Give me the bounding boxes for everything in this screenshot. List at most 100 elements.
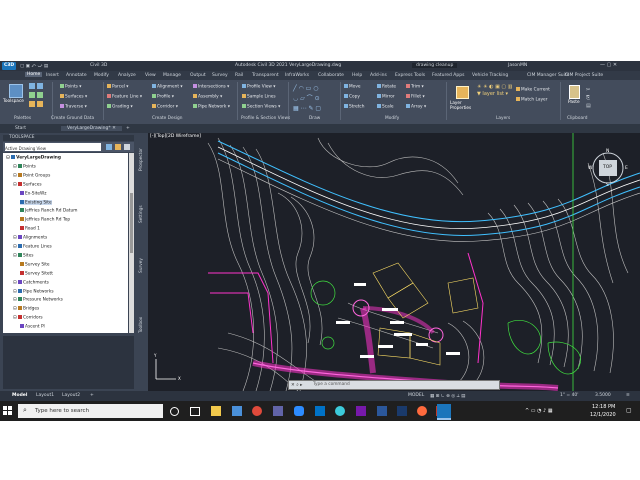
tab-home[interactable]: Home: [25, 72, 43, 77]
grading-button[interactable]: Grading ▾: [107, 104, 133, 110]
tree-item[interactable]: ⊟ Alignments: [13, 235, 47, 241]
paste-button[interactable]: Paste: [566, 84, 582, 112]
corridor-button[interactable]: Corridor ▾: [152, 104, 178, 110]
trim-button[interactable]: Trim ▾: [406, 84, 424, 90]
make-current-button[interactable]: Make Current: [516, 87, 550, 93]
clock-date[interactable]: 12/1/2020: [590, 412, 616, 418]
layout-tab-1[interactable]: Layout1: [36, 393, 54, 398]
layout-tab-model[interactable]: Model: [12, 393, 27, 398]
tree-item[interactable]: ⊟ Points: [13, 163, 36, 169]
status-tool-icons[interactable]: ▦ ⊞ ∟ ⊕ ◎ ⟂ ▤: [430, 393, 465, 399]
tree-item[interactable]: Road 1: [20, 226, 40, 232]
tab-modify[interactable]: Modify: [94, 73, 109, 78]
help-icon[interactable]: [124, 144, 130, 150]
tree-item[interactable]: Jeffries Ranch Rd Top: [20, 217, 70, 223]
surfaces-button[interactable]: Surfaces ▾: [60, 94, 87, 100]
file-tab-start[interactable]: Start: [15, 126, 26, 131]
side-tab-settings[interactable]: Settings: [139, 205, 144, 223]
annotation-scale[interactable]: 1" = 40': [560, 393, 579, 398]
word-icon[interactable]: [377, 406, 387, 416]
alignment-button[interactable]: Alignment ▾: [152, 84, 183, 90]
side-tab-survey[interactable]: Survey: [139, 258, 144, 273]
tab-express-tools[interactable]: Express Tools: [395, 73, 425, 78]
tree-item[interactable]: ⊟ Sites: [13, 252, 33, 258]
app-menu-button[interactable]: C3D: [2, 62, 16, 70]
workspace-selector[interactable]: Civil 3D: [90, 63, 107, 68]
window-controls[interactable]: — ▢ ✕: [600, 62, 617, 68]
task-view-icon[interactable]: [190, 407, 200, 416]
tab-manage[interactable]: Manage: [163, 73, 181, 78]
tree-item[interactable]: ⊟ Corridors: [13, 315, 43, 321]
add-layout-button[interactable]: +: [90, 393, 94, 398]
assembly-button[interactable]: Assembly ▾: [193, 94, 222, 100]
rotate-button[interactable]: Rotate: [377, 84, 396, 90]
layer-properties-button[interactable]: Layer Properties: [450, 84, 474, 114]
app-icon-2[interactable]: [417, 406, 427, 416]
tree-item[interactable]: ⊟ Feature Lines: [13, 244, 52, 250]
tree-scrollbar[interactable]: [129, 153, 134, 333]
sample-lines-button[interactable]: Sample Lines: [242, 94, 276, 100]
parcel-button[interactable]: Parcel ▾: [107, 84, 128, 90]
tab-help[interactable]: Help: [352, 73, 362, 78]
tab-vehicle-tracking[interactable]: Vehicle Tracking: [472, 73, 508, 78]
layer-tools[interactable]: ☀ ☀ ◐ ▣ ▢ ▥ ▼ layer list ▾: [477, 84, 521, 104]
onenote-icon[interactable]: [356, 406, 366, 416]
command-line[interactable]: ✕ ⌕ ▸ Type a command: [288, 380, 500, 390]
tree-item[interactable]: ⊟ Pipe Networks: [13, 288, 54, 294]
start-button[interactable]: [3, 406, 13, 416]
tree-item[interactable]: ⊟ VeryLargeDrawing: [6, 155, 61, 161]
tab-output[interactable]: Output: [190, 73, 206, 78]
command-input[interactable]: Type a command: [313, 382, 350, 387]
tree-item[interactable]: ⊟ Bridges: [13, 306, 39, 312]
profile-view-button[interactable]: Profile View ▾: [242, 84, 275, 90]
help-search-field[interactable]: drawing cleanup: [412, 63, 458, 68]
array-button[interactable]: Array ▾: [406, 104, 426, 110]
system-tray-icons[interactable]: ^ ▭ ◔ ♪ ▦: [525, 408, 553, 414]
chrome-icon[interactable]: [252, 406, 262, 416]
store-icon[interactable]: [232, 406, 242, 416]
toolspace-button[interactable]: Toolspace: [3, 84, 27, 110]
settings-icon[interactable]: [115, 144, 121, 150]
tab-cim-manager-suite[interactable]: CIM Manager Suite: [527, 73, 569, 78]
palette-buttons[interactable]: [29, 83, 47, 111]
drawing-viewport[interactable]: [-][Top][2D Wireframe] TOP N S E W X Y ✕…: [148, 133, 640, 391]
tab-collaborate[interactable]: Collaborate: [318, 73, 344, 78]
command-line-close-icon[interactable]: ✕ ⌕ ▸: [291, 382, 302, 388]
tab-rail[interactable]: Rail: [235, 73, 243, 78]
civil3d-taskbar-icon[interactable]: [437, 404, 451, 420]
tab-insert[interactable]: Insert: [46, 73, 59, 78]
tree-item[interactable]: Survey Site: [20, 261, 50, 267]
tab-view[interactable]: View: [145, 73, 156, 78]
tree-item[interactable]: Existing Site: [20, 199, 52, 205]
refresh-icon[interactable]: [106, 144, 112, 150]
tab-analyze[interactable]: Analyze: [118, 73, 136, 78]
traverse-button[interactable]: Traverse ▾: [60, 104, 87, 110]
tab-survey[interactable]: Survey: [212, 73, 228, 78]
outlook-icon[interactable]: [315, 406, 325, 416]
scale-button[interactable]: Scale: [377, 104, 394, 110]
points-button[interactable]: Points ▾: [60, 84, 81, 90]
tree-item[interactable]: Ex-SiteWz: [20, 190, 47, 196]
tab-add-ins[interactable]: Add-ins: [370, 73, 387, 78]
tree-item[interactable]: ⊟ Point Groups: [13, 172, 50, 178]
section-views-button[interactable]: Section Views ▾: [242, 104, 280, 110]
move-button[interactable]: Move: [344, 84, 361, 90]
quick-access-toolbar[interactable]: ▢ ▣ ⤺ ⤻ ▤: [20, 63, 48, 69]
elevation-value[interactable]: 3.5000: [595, 393, 611, 398]
tree-item[interactable]: ⊟ Surfaces: [13, 181, 42, 187]
side-tab-prospector[interactable]: Prospector: [139, 148, 144, 171]
tree-item[interactable]: ⊟ Pressure Networks: [13, 297, 63, 303]
copy-button[interactable]: Copy: [344, 94, 360, 100]
new-tab-button[interactable]: +: [126, 126, 130, 131]
mirror-button[interactable]: Mirror: [377, 94, 395, 100]
tree-item[interactable]: Ascent Pl: [20, 324, 45, 330]
tree-item[interactable]: Jeffries Ranch Rd Datum: [20, 208, 77, 214]
pipe-network-button[interactable]: Pipe Network ▾: [193, 104, 230, 110]
zoom-icon[interactable]: [294, 406, 304, 416]
tree-item[interactable]: ⊟ Catchments: [13, 279, 49, 285]
tab-featured-apps[interactable]: Featured Apps: [432, 73, 464, 78]
customize-icon[interactable]: ≡: [626, 393, 630, 398]
autodesk-icon[interactable]: [397, 406, 407, 416]
profile-button[interactable]: Profile ▾: [152, 94, 174, 100]
viewport-controls-label[interactable]: [-][Top][2D Wireframe]: [150, 134, 201, 139]
